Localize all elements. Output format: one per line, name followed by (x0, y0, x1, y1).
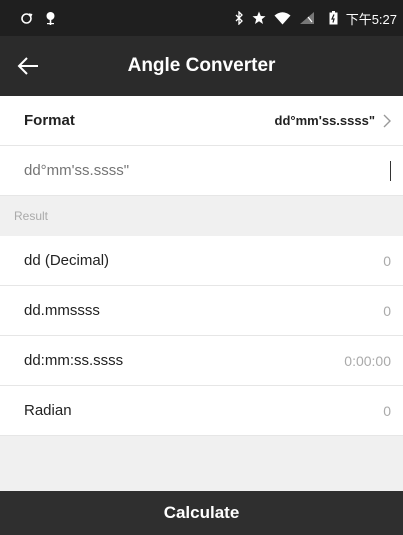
bluetooth-icon (234, 11, 244, 25)
calculate-button[interactable]: Calculate (0, 491, 403, 535)
result-value: 0 (383, 252, 391, 269)
result-label: dd (Decimal) (24, 252, 110, 269)
empty-area (0, 436, 403, 491)
battery-icon (329, 11, 338, 25)
result-row-dms: dd:mm:ss.ssss 0:00:00 (0, 336, 403, 386)
back-arrow-icon (17, 57, 39, 75)
result-section-header: Result (0, 196, 403, 236)
result-value: 0 (383, 302, 391, 319)
sync-icon (20, 12, 33, 25)
back-button[interactable] (8, 46, 48, 86)
result-value: 0 (383, 402, 391, 419)
angle-input[interactable] (24, 162, 390, 179)
result-label: Radian (24, 402, 72, 419)
app-bar: Angle Converter (0, 36, 403, 96)
page-title: Angle Converter (127, 55, 276, 76)
result-label: dd:mm:ss.ssss (24, 352, 124, 369)
result-row-dd-mmssss: dd.mmssss 0 (0, 286, 403, 336)
status-bar: 下午5:27 (0, 0, 403, 36)
no-signal-icon (299, 11, 315, 25)
chevron-right-icon (383, 114, 391, 128)
result-value: 0:00:00 (344, 352, 391, 369)
star-icon (252, 11, 266, 25)
result-header-label: Result (14, 209, 49, 223)
format-label: Format (24, 112, 75, 129)
format-row[interactable]: Format dd°mm'ss.ssss" (0, 96, 403, 146)
angle-input-row[interactable] (0, 146, 403, 196)
result-row-decimal: dd (Decimal) 0 (0, 236, 403, 286)
location-pin-icon (45, 11, 56, 25)
text-caret (390, 160, 391, 181)
result-row-radian: Radian 0 (0, 386, 403, 436)
status-time: 下午5:27 (345, 11, 397, 27)
format-value: dd°mm'ss.ssss" (274, 113, 375, 128)
wifi-icon (274, 11, 291, 25)
result-label: dd.mmssss (24, 302, 100, 319)
